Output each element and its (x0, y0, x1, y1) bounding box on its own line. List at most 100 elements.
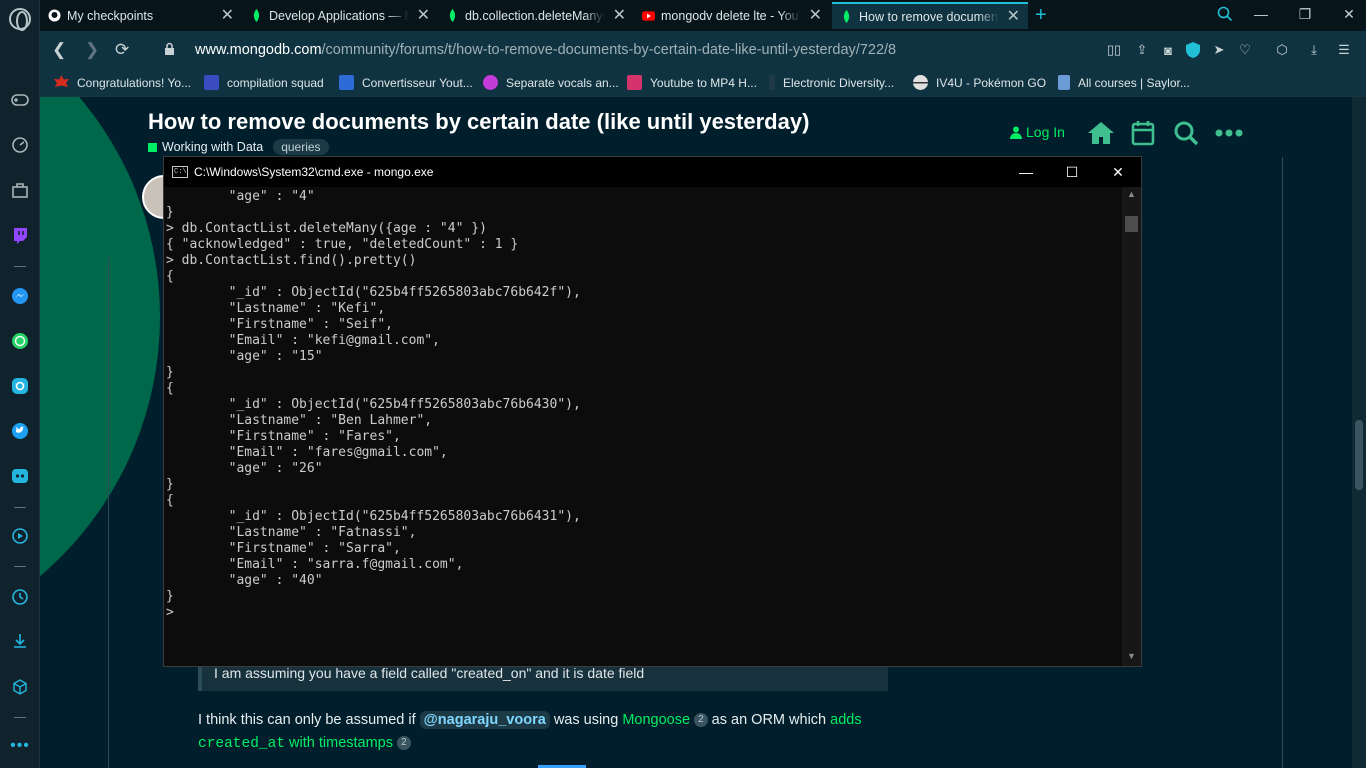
search-icon[interactable] (1171, 119, 1201, 147)
bookmark-7[interactable]: IV4U - Pokémon GO (913, 75, 1046, 90)
page-title[interactable]: How to remove documents by certain date … (148, 109, 809, 135)
terminal-line: "Email" : "fares@gmail.com", (166, 445, 448, 460)
bookmark-8[interactable]: All courses | Saylor... (1058, 75, 1190, 90)
bookmark-favicon (769, 75, 775, 90)
instagram-icon[interactable] (8, 374, 32, 398)
more-icon[interactable]: ••• (8, 734, 32, 758)
close-tab-icon[interactable]: ✕ (417, 7, 430, 24)
briefcase-icon[interactable] (8, 178, 32, 202)
forward-button[interactable]: ❯ (85, 40, 99, 60)
close-tab-icon[interactable]: ✕ (221, 7, 234, 24)
cmd-close-button[interactable]: ✕ (1095, 157, 1141, 187)
adds-link[interactable]: adds (830, 712, 861, 728)
url-field[interactable]: www.mongodb.com/community/forums/t/how-t… (195, 42, 896, 58)
tab-3[interactable]: db.collection.deleteMany() ✕ (438, 2, 634, 29)
scroll-up-icon[interactable]: ▲ (1122, 189, 1141, 199)
close-tab-icon[interactable]: ✕ (809, 7, 822, 24)
cmd-minimize-button[interactable]: — (1003, 157, 1049, 187)
downloads-icon[interactable] (8, 629, 32, 653)
terminal-output[interactable]: "age" : "4"} > db.ContactList.deleteMany(… (166, 189, 1121, 665)
divider (1282, 157, 1283, 768)
bookmark-3[interactable]: Convertisseur Yout... (339, 75, 473, 90)
terminal-line: > (166, 605, 182, 620)
share-icon[interactable]: ⇪ (1134, 42, 1150, 58)
tab-title: db.collection.deleteMany() (465, 8, 605, 23)
search-tabs-icon[interactable] (1216, 6, 1234, 25)
inline-code[interactable]: created_at (198, 736, 285, 752)
close-tab-icon[interactable]: ✕ (1007, 8, 1020, 25)
opera-logo-icon[interactable] (9, 8, 31, 31)
menu-icon[interactable]: ☰ (1336, 42, 1352, 58)
gamepad-icon[interactable] (8, 88, 32, 112)
heart-icon[interactable]: ♡ (1237, 42, 1253, 58)
cmd-titlebar[interactable]: C:\ C:\Windows\System32\cmd.exe - mongo.… (164, 157, 1141, 187)
adblock-shield-icon[interactable] (1185, 42, 1201, 58)
tab-5-active[interactable]: How to remove documents ✕ (832, 2, 1028, 29)
login-button[interactable]: Log In (1010, 124, 1065, 140)
terminal-line: "Firstname" : "Sarra", (166, 541, 401, 556)
reader-mode-icon[interactable]: ▯▯ (1106, 42, 1122, 58)
download-icon[interactable]: ⤓ (1306, 42, 1322, 58)
terminal-line: "Lastname" : "Fatnassi", (166, 525, 417, 540)
terminal-line: "_id" : ObjectId("625b4ff5265803abc76b64… (166, 397, 581, 412)
bookmark-6[interactable]: Electronic Diversity... (769, 75, 894, 90)
tab-2[interactable]: Develop Applications — M ✕ (242, 2, 438, 29)
post-text: was using (553, 712, 619, 728)
send-icon[interactable]: ➤ (1211, 42, 1227, 58)
terminal-line: { (166, 269, 174, 284)
bookmark-2[interactable]: compilation squad (204, 75, 324, 90)
post-text: I think this can only be assumed if (198, 712, 416, 728)
reload-icon[interactable]: ⟳ (115, 40, 129, 60)
user-mention-link[interactable]: @nagaraju_voora (419, 711, 550, 729)
messenger-icon[interactable] (8, 284, 32, 308)
close-window-icon[interactable]: ✕ (1340, 6, 1358, 23)
scroll-down-icon[interactable]: ▼ (1122, 651, 1141, 661)
decorative-arc (40, 97, 160, 657)
more-menu-icon[interactable] (1214, 119, 1244, 147)
close-tab-icon[interactable]: ✕ (613, 7, 626, 24)
sidebar-separator (14, 507, 26, 508)
camera-icon[interactable]: ◙ (1160, 42, 1176, 58)
player-icon[interactable] (8, 524, 32, 548)
back-button[interactable]: ❮ (52, 40, 66, 60)
terminal-line: "age" : "15" (166, 349, 323, 364)
mongodb-leaf-icon (250, 8, 263, 22)
cmd-scrollbar[interactable]: ▲ ▼ (1122, 187, 1141, 666)
terminal-line: } (166, 477, 174, 492)
tab-1[interactable]: My checkpoints ✕ (40, 2, 242, 29)
bookmark-4[interactable]: Separate vocals an... (483, 75, 619, 90)
history-icon[interactable] (8, 585, 32, 609)
twitch-icon[interactable] (8, 223, 32, 247)
bookmark-label: Congratulations! Yo... (77, 75, 192, 90)
cube-icon[interactable] (8, 675, 32, 699)
tab-title: How to remove documents (859, 9, 999, 24)
twitter-icon[interactable] (8, 419, 32, 443)
new-tab-button[interactable]: + (1035, 4, 1047, 27)
cmd-window[interactable]: C:\ C:\Windows\System32\cmd.exe - mongo.… (163, 156, 1142, 667)
cmd-maximize-button[interactable]: ☐ (1049, 157, 1095, 187)
calendar-icon[interactable] (1128, 119, 1158, 147)
minimize-window-icon[interactable]: — (1252, 6, 1270, 22)
bookmark-label: Electronic Diversity... (783, 75, 895, 90)
bookmark-favicon (339, 75, 354, 90)
whatsapp-icon[interactable] (8, 329, 32, 353)
tab-title: mongodv delete lte - YouTu (661, 8, 801, 23)
extensions-cube-icon[interactable]: ⬡ (1274, 42, 1290, 58)
category-link[interactable]: Working with Data (162, 140, 263, 154)
scroll-thumb[interactable] (1355, 420, 1363, 490)
page-scrollbar[interactable] (1352, 97, 1366, 768)
speed-dial-icon[interactable] (8, 133, 32, 157)
home-icon[interactable] (1086, 119, 1116, 147)
bookmark-label: All courses | Saylor... (1078, 75, 1190, 90)
mongoose-link[interactable]: Mongoose (622, 712, 690, 728)
bookmark-5[interactable]: Youtube to MP4 H... (627, 75, 757, 90)
bookmark-1[interactable]: Congratulations! Yo... (54, 75, 191, 90)
discord-icon[interactable] (8, 464, 32, 488)
timestamps-link[interactable]: with timestamps (289, 735, 393, 751)
sidebar-separator (14, 266, 26, 267)
restore-window-icon[interactable]: ❐ (1296, 6, 1314, 23)
tag-queries[interactable]: queries (273, 139, 329, 155)
tab-strip: My checkpoints ✕ Develop Applications — … (40, 0, 1366, 31)
cmd-scroll-thumb[interactable] (1125, 216, 1138, 232)
tab-4[interactable]: mongodv delete lte - YouTu ✕ (634, 2, 830, 29)
